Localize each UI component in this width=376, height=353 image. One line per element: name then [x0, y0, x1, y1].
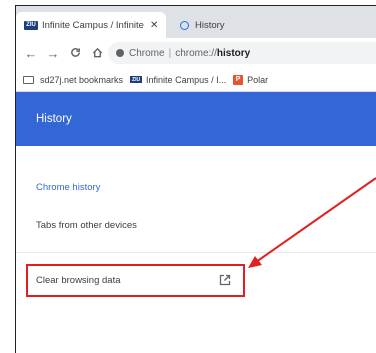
url-prefix: chrome:// [175, 47, 217, 59]
omnibox-separator: | [168, 47, 172, 59]
close-tab-icon[interactable]: ✕ [150, 20, 158, 31]
sidebar-item-chrome-history[interactable]: Chrome history [36, 182, 100, 193]
bookmark-polar[interactable]: P Polar [233, 74, 269, 85]
bookmark-label: Polar [247, 74, 269, 85]
page-title: History [36, 113, 72, 125]
tab-history[interactable]: History [168, 12, 298, 38]
folder-icon [23, 75, 34, 84]
site-info-icon[interactable] [116, 49, 124, 57]
sidebar-divider [16, 252, 376, 253]
url-path: history [216, 47, 251, 59]
tab-title: History [195, 19, 225, 31]
clear-browsing-data-button[interactable]: Clear browsing data [26, 264, 245, 297]
history-sidebar: Chrome history Tabs from other devices C… [16, 146, 376, 353]
bookmark-label: Infinite Campus / I... [146, 74, 227, 85]
bookmark-infinite-campus[interactable]: ZIU Infinite Campus / I... [130, 75, 226, 85]
browser-window: ZIU Infinite Campus / Infinite Campus ✕ … [15, 5, 376, 353]
infinite-campus-icon: ZIU [130, 76, 143, 83]
clear-browsing-data-label: Clear browsing data [36, 275, 121, 286]
history-header: History [16, 92, 376, 146]
history-favicon-icon [180, 20, 189, 30]
tab-title: Infinite Campus / Infinite Campus [42, 19, 144, 31]
tab-infinite-campus[interactable]: ZIU Infinite Campus / Infinite Campus ✕ [16, 12, 166, 38]
site-label: Chrome [129, 47, 165, 59]
home-icon[interactable] [86, 46, 108, 61]
polar-icon: P [233, 74, 244, 85]
tab-strip: ZIU Infinite Campus / Infinite Campus ✕ … [16, 6, 376, 38]
bookmark-folder[interactable]: sd27j.net bookmarks [23, 75, 123, 85]
sidebar-item-tabs-other-devices[interactable]: Tabs from other devices [36, 220, 137, 231]
forward-arrow-icon[interactable]: → [42, 46, 64, 61]
address-bar[interactable]: Chrome | chrome://history [108, 42, 376, 64]
infinite-campus-favicon-icon: ZIU [24, 20, 38, 30]
reload-icon[interactable] [64, 46, 86, 61]
browser-toolbar: ← → Chrome | chrome://history [16, 38, 376, 68]
bookmarks-bar: sd27j.net bookmarks ZIU Infinite Campus … [16, 68, 376, 92]
open-in-new-icon [219, 274, 231, 286]
back-arrow-icon[interactable]: ← [20, 46, 42, 61]
bookmark-label: sd27j.net bookmarks [40, 74, 124, 85]
